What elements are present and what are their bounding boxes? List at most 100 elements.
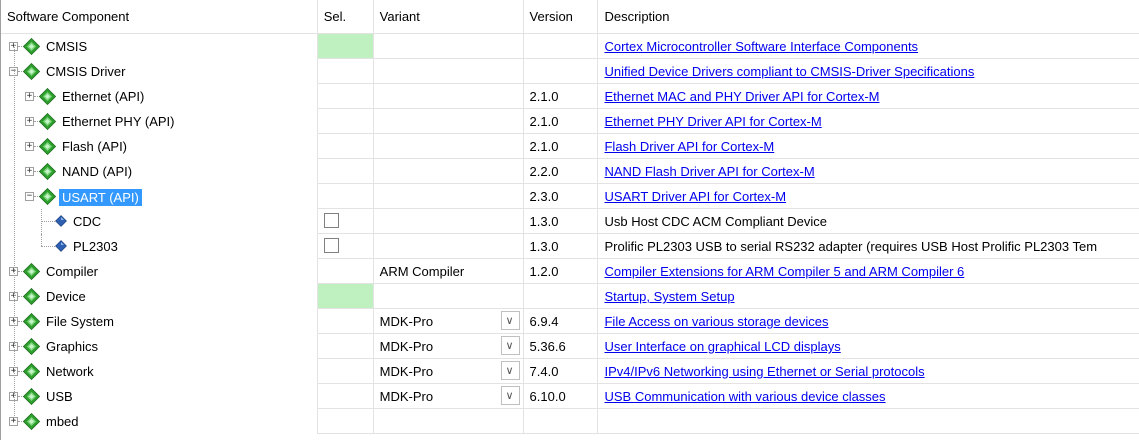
component-name[interactable]: NAND (API) [62,164,132,179]
description-cell: Prolific PL2303 USB to serial RS232 adap… [598,234,1139,259]
description-link[interactable]: User Interface on graphical LCD displays [604,339,840,354]
tree-cell: + Ethernet PHY (API) [1,109,318,134]
header-variant[interactable]: Variant [374,0,524,33]
description-link[interactable]: Unified Device Drivers compliant to CMSI… [604,64,974,79]
select-checkbox[interactable] [323,213,339,228]
component-name[interactable]: CDC [73,214,101,229]
select-checkbox[interactable] [323,238,339,253]
description-link[interactable]: Ethernet MAC and PHY Driver API for Cort… [604,89,879,104]
variant-cell[interactable]: MDK-Pro ∨ [373,309,524,334]
expand-icon[interactable]: + [25,142,34,151]
variant-cell [373,34,524,59]
grid-body: + CMSIS Cortex Microcontroller Software In… [1,34,1139,434]
component-name[interactable]: Network [46,364,94,379]
component-name[interactable]: CMSIS [46,39,87,54]
sel-cell [317,159,374,184]
version-cell: 6.10.0 [523,384,599,409]
tree-line [41,234,42,246]
description-cell: File Access on various storage devices [598,309,1139,334]
description-link[interactable]: Cortex Microcontroller Software Interfac… [604,39,918,54]
tree-line [41,246,55,247]
table-row[interactable]: + Compiler ARM Compiler 1.2.0 Compiler Exten… [1,259,1139,284]
variant-cell[interactable]: MDK-Pro ∨ [373,359,524,384]
variant-cell [373,234,524,259]
tree-cell: + Ethernet (API) [1,84,318,109]
variant-cell[interactable]: MDK-Pro ∨ [373,334,524,359]
header-software-component[interactable]: Software Component [1,0,318,33]
table-row[interactable]: − USART (API) 2.3.0 USART Driver API for Co… [1,184,1139,209]
component-name[interactable]: Compiler [46,264,98,279]
table-row[interactable]: + CMSIS Cortex Microcontroller Software In… [1,34,1139,59]
table-row[interactable]: CDC 1.3.0 Usb Host CDC ACM Compliant Devic… [1,209,1139,234]
table-row[interactable]: + Device Startup, System Setup [1,284,1139,309]
component-name[interactable]: Ethernet (API) [62,89,144,104]
version-cell: 2.1.0 [523,109,599,134]
component-name[interactable]: Device [46,289,86,304]
component-name[interactable]: Flash (API) [62,139,127,154]
tree-cell: + Compiler [1,259,318,284]
component-name[interactable]: File System [46,314,114,329]
table-row[interactable]: + Ethernet (API) 2.1.0 Ethernet MAC and PHY… [1,84,1139,109]
table-row[interactable]: PL2303 1.3.0 Prolific PL2303 USB to serial… [1,234,1139,259]
tree-cell: CDC [1,209,318,234]
table-row[interactable]: + Network MDK-Pro ∨ 7.4.0 IPv4/IPv6 Networkin… [1,359,1139,384]
component-name[interactable]: Ethernet PHY (API) [62,114,174,129]
header-version[interactable]: Version [524,0,599,33]
sel-cell [317,84,374,109]
table-row[interactable]: + File System MDK-Pro ∨ 6.9.4 File Access on … [1,309,1139,334]
variant-dropdown[interactable]: ∨ [500,386,520,405]
collapse-icon[interactable]: − [25,192,34,201]
component-gem-icon [22,287,41,306]
grid-header: Software Component Sel. Variant Version … [1,0,1139,34]
variant-dropdown[interactable]: ∨ [500,336,520,355]
tree-cell: + Device [1,284,318,309]
component-name[interactable]: PL2303 [73,239,118,254]
header-sel[interactable]: Sel. [318,0,374,33]
sel-cell [317,309,374,334]
variant-value: ARM Compiler [379,264,465,279]
variant-cell[interactable]: MDK-Pro ∨ [373,384,524,409]
expand-icon[interactable]: + [25,117,34,126]
description-link[interactable]: Ethernet PHY Driver API for Cortex-M [604,114,821,129]
table-row[interactable]: − CMSIS Driver Unified Device Drivers comp… [1,59,1139,84]
variant-value: MDK-Pro [379,339,434,354]
variant-value: MDK-Pro [379,364,434,379]
description-link[interactable]: File Access on various storage devices [604,314,828,329]
table-row[interactable]: + USB MDK-Pro ∨ 6.10.0 USB Communication with… [1,384,1139,409]
table-row[interactable]: + Graphics MDK-Pro ∨ 5.36.6 User Interface on… [1,334,1139,359]
table-row[interactable]: + NAND (API) 2.2.0 NAND Flash Driver API fo… [1,159,1139,184]
description-text: Usb Host CDC ACM Compliant Device [604,214,827,229]
component-name[interactable]: Graphics [46,339,98,354]
component-name[interactable]: CMSIS Driver [46,64,125,79]
sel-cell [317,409,374,434]
tree-cell: PL2303 [1,234,318,259]
description-link[interactable]: USART Driver API for Cortex-M [604,189,786,204]
table-row[interactable]: + Flash (API) 2.1.0 Flash Driver API for Co… [1,134,1139,159]
version-cell: 1.3.0 [523,234,599,259]
component-name[interactable]: mbed [46,414,79,429]
component-name[interactable]: USB [46,389,73,404]
description-link[interactable]: NAND Flash Driver API for Cortex-M [604,164,814,179]
expand-icon[interactable]: + [25,167,34,176]
component-name[interactable]: USART (API) [59,189,142,206]
table-row[interactable]: + Ethernet PHY (API) 2.1.0 Ethernet PHY Dri… [1,109,1139,134]
expand-icon[interactable]: + [25,92,34,101]
sel-cell [317,209,374,234]
variant-dropdown[interactable]: ∨ [500,361,520,380]
tree-cell: + mbed [1,409,318,434]
description-link[interactable]: USB Communication with various device cl… [604,389,885,404]
header-description[interactable]: Description [598,0,1139,33]
sel-cell [317,34,374,59]
description-cell: USART Driver API for Cortex-M [598,184,1139,209]
variant-dropdown[interactable]: ∨ [500,311,520,330]
version-cell: 2.3.0 [523,184,599,209]
table-row[interactable]: + mbed [1,409,1139,434]
description-link[interactable]: IPv4/IPv6 Networking using Ethernet or S… [604,364,924,379]
sel-cell [317,59,374,84]
variant-value: MDK-Pro [379,314,434,329]
description-link[interactable]: Startup, System Setup [604,289,734,304]
description-link[interactable]: Flash Driver API for Cortex-M [604,139,774,154]
version-cell: 1.3.0 [523,209,599,234]
component-gem-icon [22,262,41,281]
description-link[interactable]: Compiler Extensions for ARM Compiler 5 a… [604,264,964,279]
